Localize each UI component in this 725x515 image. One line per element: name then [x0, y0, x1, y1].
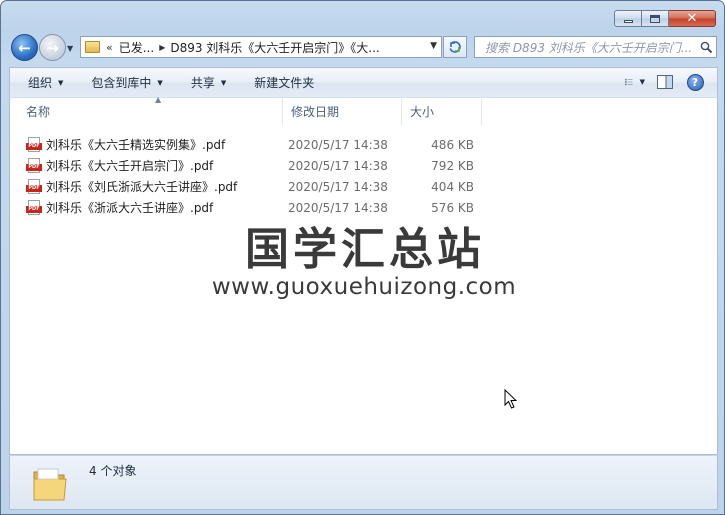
- pdf-icon: PDF: [26, 179, 42, 194]
- refresh-button[interactable]: [443, 36, 467, 58]
- recent-pages-dropdown[interactable]: ▼: [67, 44, 73, 53]
- minimize-button[interactable]: [614, 10, 642, 27]
- chevron-down-icon: ▼: [639, 78, 645, 86]
- view-options-icon: [625, 78, 633, 86]
- pdf-icon: PDF: [26, 158, 42, 173]
- include-in-library-menu[interactable]: 包含到库中 ▼: [91, 74, 162, 91]
- breadcrumb-separator-icon[interactable]: ▶: [159, 43, 165, 52]
- minimize-icon: [623, 20, 633, 23]
- watermark-url: www.guoxuehuizong.com: [211, 274, 517, 300]
- file-name: 刘科乐《大六壬开启宗门》.pdf: [46, 159, 214, 173]
- item-count: 4 个对象: [89, 464, 137, 478]
- back-button[interactable]: ←: [11, 34, 38, 61]
- file-size: 404 KB: [431, 179, 474, 194]
- share-menu[interactable]: 共享 ▼: [191, 74, 226, 91]
- file-name: 刘科乐《刘氏浙派大六壬讲座》.pdf: [46, 180, 238, 194]
- breadcrumb-segment[interactable]: D893 刘科乐《大六壬开启宗门》《大...: [170, 39, 379, 56]
- file-row[interactable]: PDF 刘科乐《刘氏浙派大六壬讲座》.pdf 2020/5/17 14:38 4…: [26, 176, 506, 197]
- chevron-down-icon: ▼: [157, 78, 163, 87]
- new-folder-button[interactable]: 新建文件夹: [254, 74, 314, 91]
- explorer-window: ✕ ← → ▼ « 已发... ▶ D893 刘科乐《大六壬开启宗门》《大...…: [0, 0, 725, 515]
- sort-ascending-icon: ▲: [155, 95, 162, 104]
- watermark-title: 国学汇总站: [245, 224, 485, 275]
- search-icon[interactable]: [696, 41, 716, 54]
- preview-pane-button[interactable]: [655, 73, 675, 91]
- command-bar: 组织 ▼ 包含到库中 ▼ 共享 ▼ 新建文件夹 ▼ ?: [9, 67, 718, 97]
- column-header-size[interactable]: 大小: [402, 98, 482, 125]
- search-input[interactable]: 搜索 D893 刘科乐《大六壬开启宗门...: [485, 39, 696, 56]
- column-header-date[interactable]: 修改日期: [283, 98, 402, 125]
- column-header-row: 名称 ▲ 修改日期 大小: [10, 95, 717, 125]
- forward-button[interactable]: →: [39, 34, 66, 61]
- search-box[interactable]: 搜索 D893 刘科乐《大六壬开启宗门...: [474, 36, 717, 58]
- file-date: 2020/5/17 14:38: [288, 179, 388, 194]
- help-icon: ?: [686, 73, 704, 91]
- refresh-icon: [449, 41, 461, 53]
- file-rows: PDF 刘科乐《大六壬精选实例集》.pdf 2020/5/17 14:38 48…: [26, 134, 506, 218]
- pdf-icon: PDF: [26, 137, 42, 152]
- caption-buttons: ✕: [614, 10, 716, 27]
- organize-label: 组织: [28, 76, 53, 90]
- new-folder-label: 新建文件夹: [254, 76, 315, 90]
- column-header-name[interactable]: 名称 ▲: [18, 95, 283, 125]
- share-label: 共享: [190, 76, 215, 90]
- preview-pane-icon: [657, 75, 673, 89]
- file-date: 2020/5/17 14:38: [288, 158, 388, 173]
- chevron-down-icon: ▼: [220, 78, 227, 87]
- address-overflow-chevron[interactable]: «: [106, 41, 113, 54]
- address-bar[interactable]: « 已发... ▶ D893 刘科乐《大六壬开启宗门》《大... ▼: [80, 36, 442, 58]
- column-name-label: 名称: [26, 105, 51, 119]
- mouse-cursor-icon: [504, 389, 518, 409]
- close-button[interactable]: ✕: [669, 10, 716, 27]
- toolbar-right: ▼ ?: [615, 73, 705, 91]
- file-date: 2020/5/17 14:38: [288, 137, 388, 152]
- column-date-label: 修改日期: [291, 105, 340, 119]
- help-button[interactable]: ?: [685, 73, 705, 91]
- folder-icon: [85, 41, 100, 53]
- close-icon: ✕: [686, 11, 698, 26]
- maximize-icon: [650, 14, 660, 23]
- file-name: 刘科乐《大六壬精选实例集》.pdf: [46, 138, 226, 152]
- file-size: 486 KB: [431, 137, 474, 152]
- column-size-label: 大小: [410, 105, 435, 119]
- maximize-button[interactable]: [642, 10, 669, 27]
- back-arrow-icon: ←: [18, 38, 31, 57]
- chevron-down-icon: ▼: [58, 78, 64, 87]
- file-size: 792 KB: [431, 158, 474, 173]
- file-row[interactable]: PDF 刘科乐《大六壬开启宗门》.pdf 2020/5/17 14:38 792…: [26, 155, 506, 176]
- pdf-icon: PDF: [26, 200, 42, 215]
- file-row[interactable]: PDF 刘科乐《大六壬精选实例集》.pdf 2020/5/17 14:38 48…: [26, 134, 506, 155]
- forward-arrow-icon: →: [46, 38, 59, 57]
- breadcrumb-segment[interactable]: 已发...: [119, 39, 154, 56]
- details-pane: 4 个对象: [9, 455, 718, 510]
- address-history-dropdown[interactable]: ▼: [430, 41, 437, 51]
- view-options-button[interactable]: ▼: [625, 73, 645, 91]
- organize-menu[interactable]: 组织 ▼: [28, 74, 63, 91]
- include-in-library-label: 包含到库中: [91, 76, 152, 90]
- folder-icon: [33, 468, 67, 501]
